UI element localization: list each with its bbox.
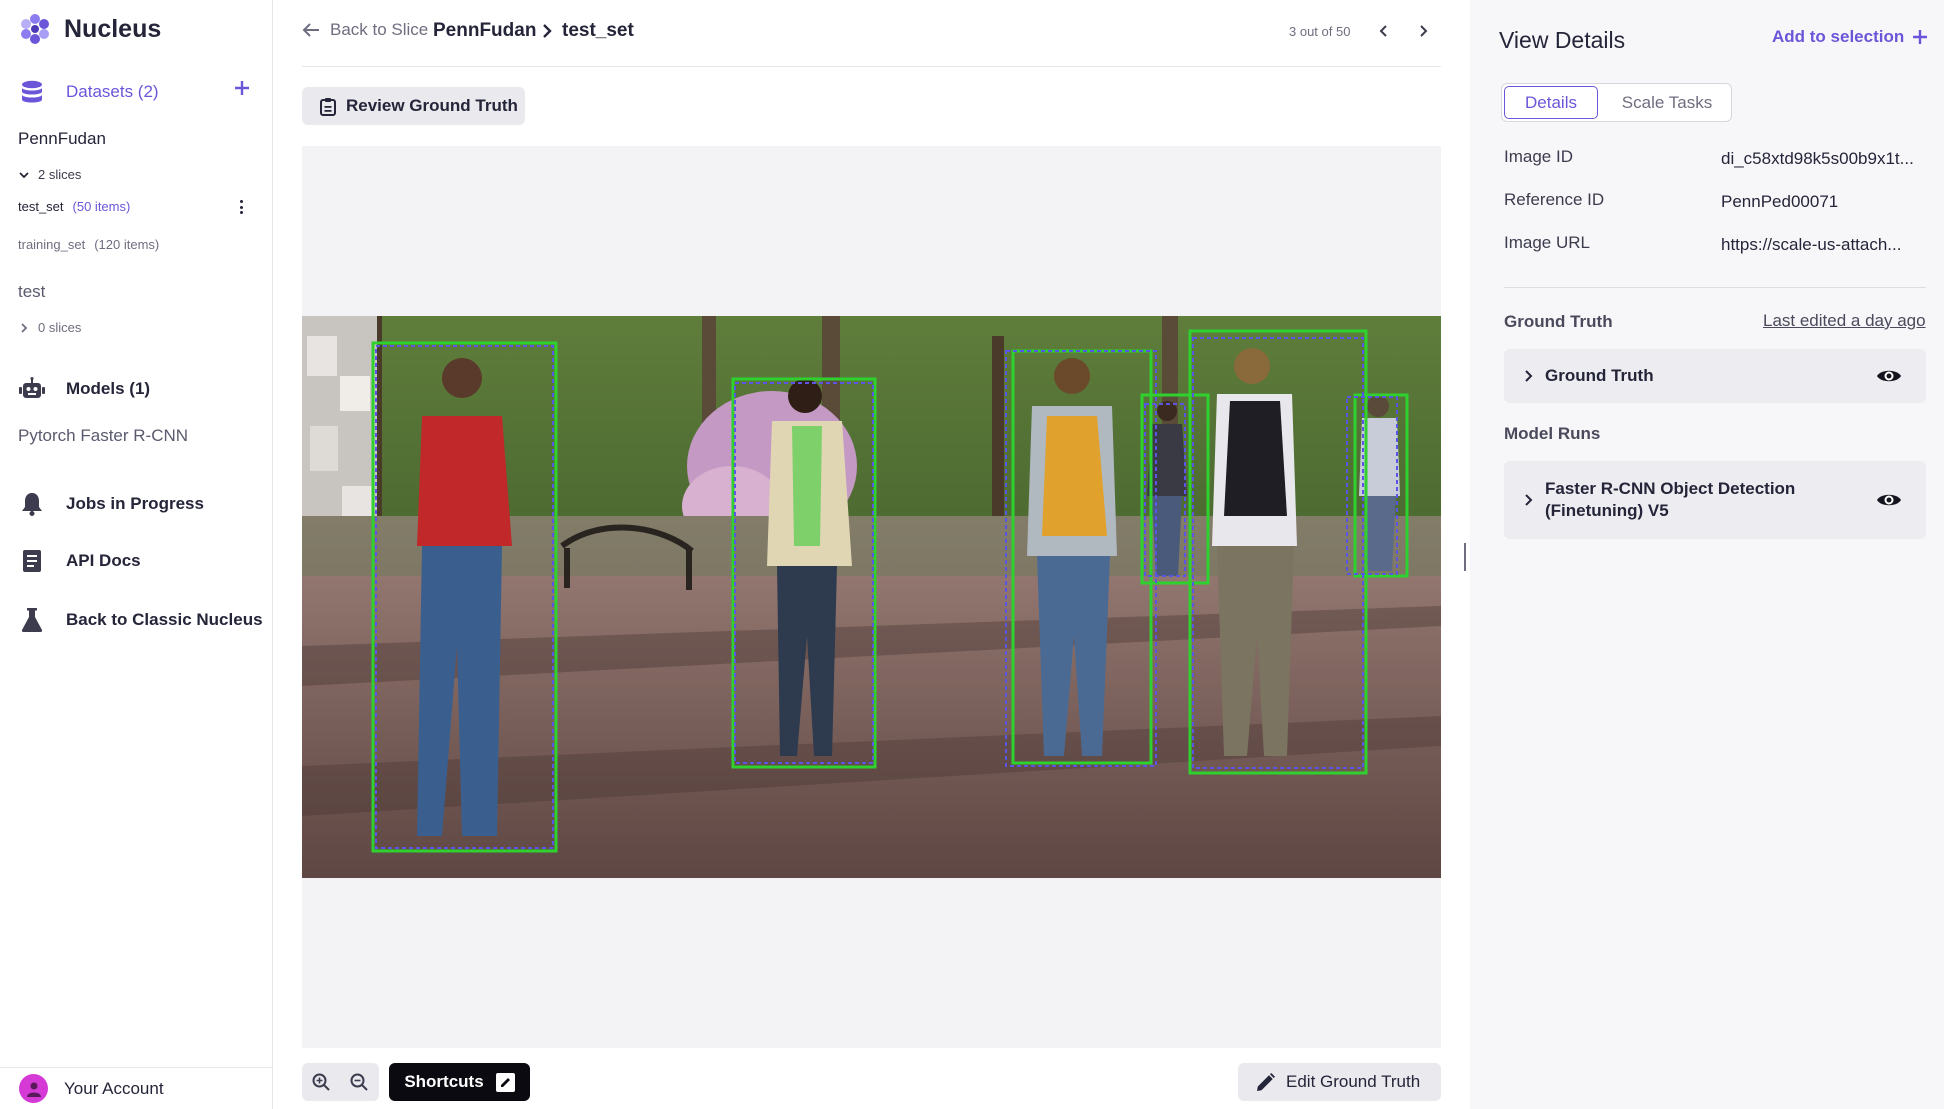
chevron-right-icon [1420, 25, 1428, 37]
plus-icon [1913, 30, 1928, 44]
field-key: Reference ID [1504, 190, 1605, 209]
nav-datasets[interactable]: Datasets (2) [18, 78, 159, 106]
field-key: Image URL [1504, 233, 1590, 252]
logo-icon [21, 14, 49, 44]
chevron-right-icon [1525, 494, 1533, 506]
models-label: Models (1) [66, 379, 151, 398]
image-id-value: di_c58xtd98k5s00b9x1t... [1721, 149, 1914, 168]
details-panel: View Details Add to selection Details Sc… [1470, 0, 1944, 1109]
slices-count: 2 slices [38, 167, 82, 182]
dataset-image[interactable] [302, 316, 1441, 878]
nav-models[interactable]: Models (1) [18, 375, 150, 403]
reference-id-value: PennPed00071 [1721, 192, 1839, 211]
model-run-card[interactable]: Faster R-CNN Object Detection (Finetunin… [1504, 461, 1926, 539]
api-docs-label: API Docs [66, 551, 141, 570]
breadcrumb-slice: test_set [562, 20, 634, 41]
jobs-label: Jobs in Progress [66, 494, 204, 513]
zoom-in-icon [312, 1073, 330, 1091]
dataset-name[interactable]: test [18, 282, 45, 302]
brand[interactable]: Nucleus [18, 12, 161, 46]
tab-details[interactable]: Details [1504, 86, 1598, 119]
plus-icon [235, 81, 249, 95]
shortcuts-label: Shortcuts [404, 1072, 484, 1091]
account-label: Your Account [64, 1078, 164, 1098]
eye-icon[interactable] [1876, 491, 1902, 509]
model-run-label: Faster R-CNN Object Detection (Finetunin… [1545, 479, 1796, 520]
model-item[interactable]: Pytorch Faster R-CNN [18, 426, 188, 446]
breadcrumb-dataset[interactable]: PennFudan [433, 20, 536, 42]
slice-count: (50 items) [72, 199, 131, 214]
pencil-icon [1257, 1072, 1275, 1091]
datasets-label: Datasets (2) [66, 82, 159, 101]
nav-classic[interactable]: Back to Classic Nucleus [18, 606, 263, 634]
chevron-right-icon [21, 322, 28, 333]
add-selection-label: Add to selection [1772, 27, 1905, 46]
ground-truth-heading: Ground Truth [1504, 312, 1613, 331]
slice-name: training_set [18, 237, 86, 252]
robot-icon [18, 375, 46, 403]
tab-scale-tasks[interactable]: Scale Tasks [1612, 84, 1722, 121]
image-url-value[interactable]: https://scale-us-attach... [1721, 235, 1926, 255]
account-menu[interactable]: Your Account [0, 1067, 273, 1109]
model-runs-heading: Model Runs [1504, 424, 1601, 443]
back-label: Back to Slice [330, 20, 429, 39]
ground-truth-label: Ground Truth [1545, 366, 1654, 385]
next-image-button[interactable] [1412, 20, 1434, 42]
image-header: Back to Slice PennFudan test_set 3 out o… [302, 0, 1441, 67]
zoom-out-icon [350, 1073, 368, 1091]
dataset-name[interactable]: PennFudan [18, 129, 106, 149]
review-label: Review Ground Truth [346, 96, 518, 115]
add-to-selection-button[interactable]: Add to selection [1772, 27, 1928, 47]
chevron-down-icon [19, 171, 29, 178]
zoom-out-button[interactable] [340, 1063, 378, 1101]
database-icon [18, 78, 46, 106]
sidebar: Nucleus Datasets (2) PennFudan 2 slices … [0, 0, 273, 1109]
edit-label: Edit Ground Truth [1286, 1072, 1421, 1091]
add-dataset-button[interactable] [232, 78, 252, 98]
details-tabs: Details Scale Tasks [1501, 83, 1732, 122]
chevron-right-icon [543, 24, 552, 38]
chevron-right-icon [1525, 370, 1533, 382]
previous-image-button[interactable] [1373, 20, 1395, 42]
nav-jobs[interactable]: Jobs in Progress [18, 490, 204, 518]
divider [1504, 287, 1926, 288]
pager-position: 3 out of 50 [1289, 24, 1351, 39]
avatar [19, 1074, 48, 1103]
flask-icon [18, 606, 46, 634]
chevron-left-icon [1379, 25, 1387, 37]
slices-toggle[interactable]: 2 slices [18, 167, 81, 182]
eye-icon[interactable] [1876, 367, 1902, 385]
user-icon [26, 1082, 41, 1097]
back-to-slice-link[interactable]: Back to Slice [302, 20, 428, 40]
slice-name: test_set [18, 199, 64, 214]
slice-count: (120 items) [94, 237, 160, 252]
shortcuts-button[interactable]: Shortcuts [389, 1063, 530, 1101]
image-canvas[interactable] [302, 146, 1441, 1048]
zoom-in-button[interactable] [302, 1063, 340, 1101]
slice-item[interactable]: test_set (50 items) [18, 199, 130, 214]
review-ground-truth-button[interactable]: Review Ground Truth [302, 87, 525, 125]
clipboard-icon [320, 97, 336, 116]
scene-image [302, 316, 1441, 878]
edit-icon [495, 1072, 515, 1092]
ground-truth-card[interactable]: Ground Truth [1504, 349, 1926, 403]
nav-api-docs[interactable]: API Docs [18, 547, 141, 575]
field-key: Image ID [1504, 147, 1573, 166]
slices-toggle[interactable]: 0 slices [18, 320, 81, 335]
slices-count: 0 slices [38, 320, 82, 335]
zoom-controls [302, 1063, 379, 1101]
bell-icon [18, 490, 46, 518]
slice-menu-button[interactable] [236, 198, 246, 216]
app-name: Nucleus [64, 14, 162, 43]
last-edited-link[interactable]: Last edited a day ago [1763, 311, 1926, 331]
classic-label: Back to Classic Nucleus [66, 610, 263, 629]
arrow-left-icon [302, 23, 319, 37]
details-title: View Details [1499, 27, 1626, 53]
slice-item[interactable]: training_set (120 items) [18, 237, 159, 252]
edit-ground-truth-button[interactable]: Edit Ground Truth [1238, 1063, 1441, 1101]
book-icon [18, 547, 46, 575]
